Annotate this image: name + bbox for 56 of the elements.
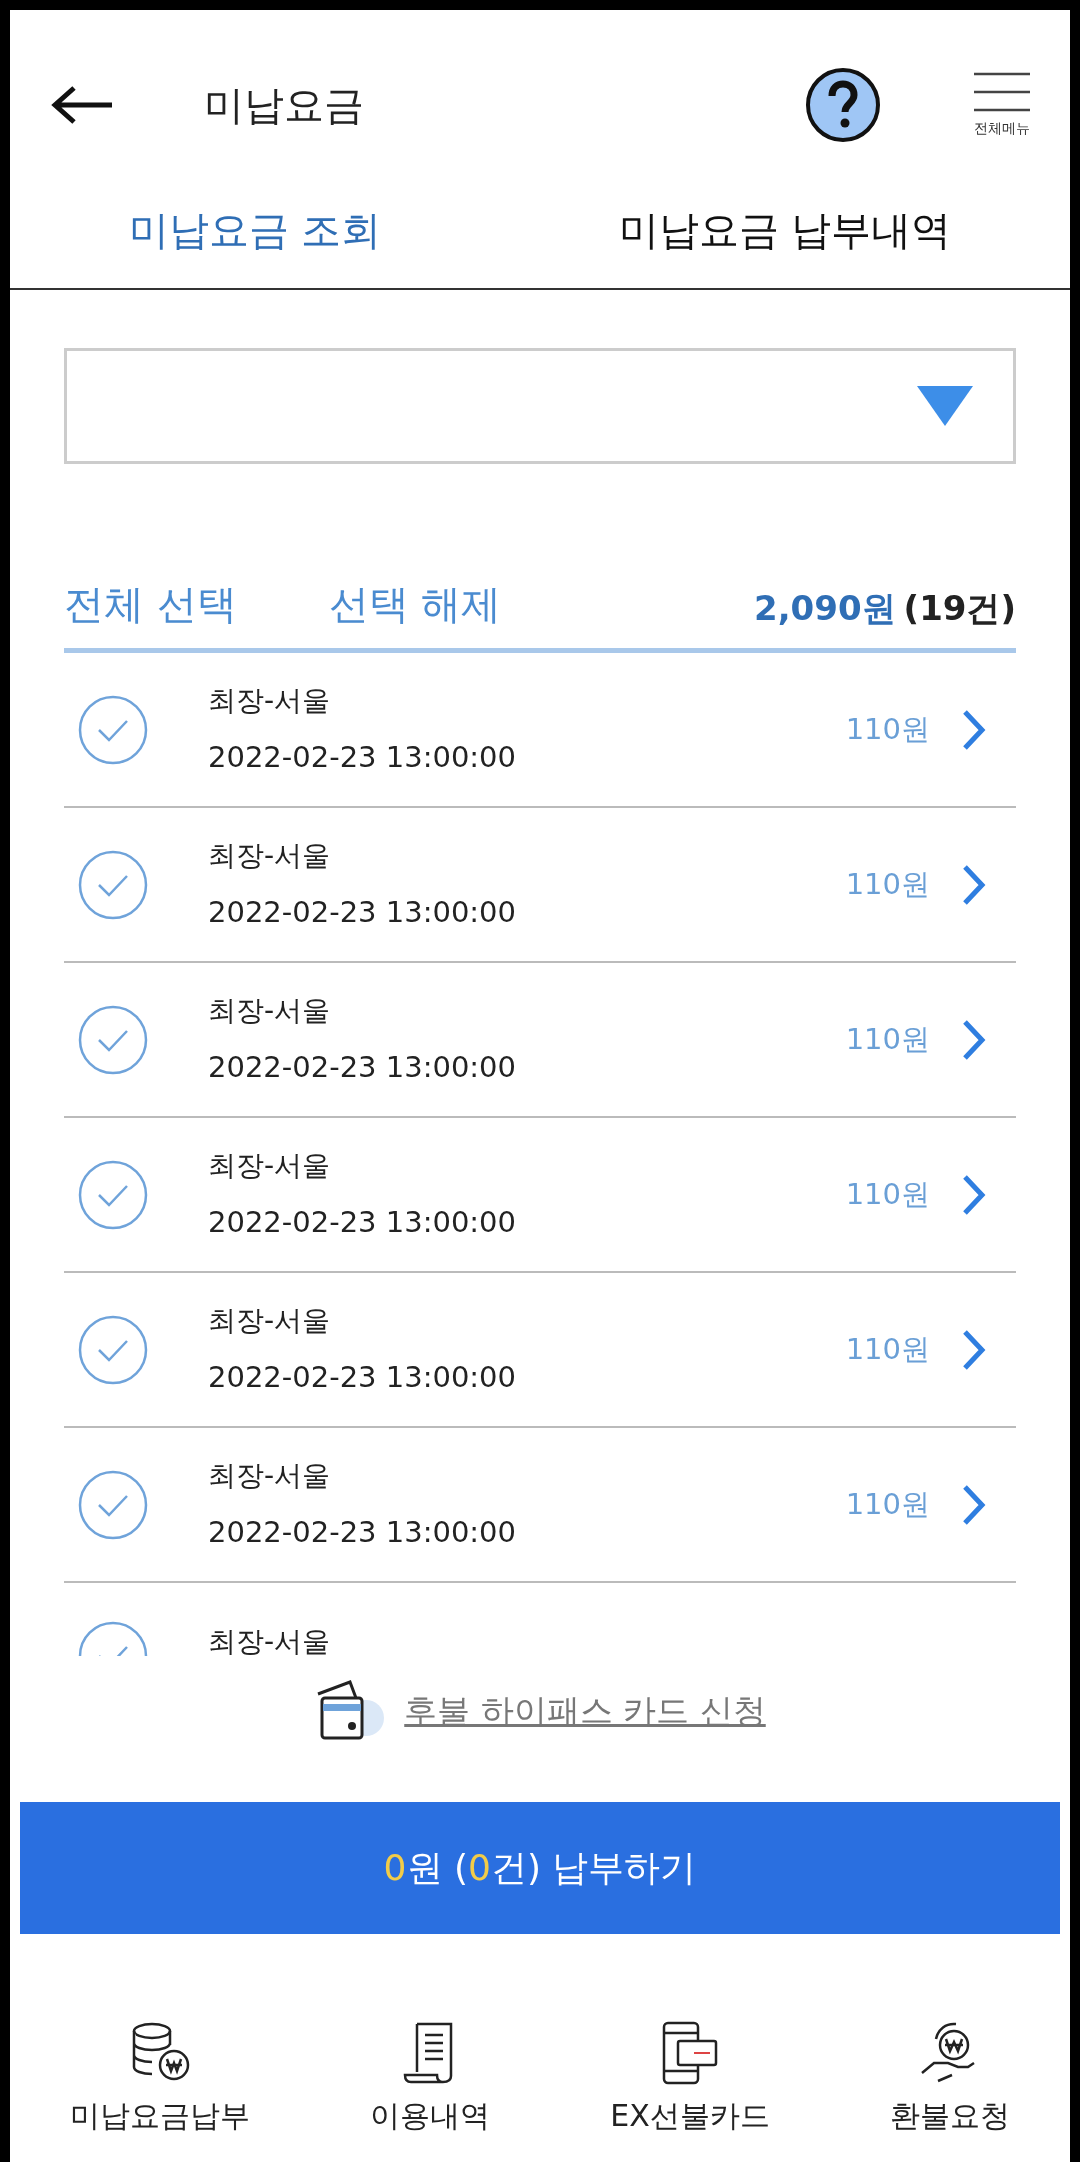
phone-card-icon (660, 2021, 720, 2085)
chevron-right-icon (962, 1483, 986, 1526)
deselect-link[interactable]: 선택 해제 (328, 574, 502, 634)
toll-item-row[interactable]: 최장-서울 2022-02-23 13:00:00 110원 (64, 1118, 1016, 1273)
route-name: 최장-서울 (208, 1147, 332, 1184)
dropdown-caret-icon (917, 386, 973, 426)
dropdown-field[interactable] (64, 348, 1016, 464)
toll-item-row[interactable]: 최장-서울 2022-02-23 13:00:00 110원 (64, 1428, 1016, 1583)
route-name: 최장-서울 (208, 1457, 332, 1494)
datetime: 2022-02-23 13:00:00 (208, 738, 516, 776)
tab[interactable]: 미납요금 납부내역 (618, 200, 952, 288)
amount: 110원 (845, 865, 930, 903)
checkbox[interactable] (78, 1004, 148, 1075)
chevron-right-icon (962, 863, 986, 906)
amount: 110원 (845, 1020, 930, 1058)
nav-tab[interactable]: EX선불카드 (610, 2021, 770, 2138)
chevron-right-icon (962, 1173, 986, 1216)
datetime: 2022-02-23 13:00:00 (208, 1048, 516, 1086)
datetime: 2022-02-23 13:00:00 (208, 1203, 516, 1241)
chevron-right-icon (962, 708, 986, 751)
datetime: 2022-02-23 13:00:00 (208, 893, 516, 931)
checkbox[interactable] (78, 1159, 148, 1230)
page-title: 미납요금 (204, 81, 364, 130)
datetime: 2022-02-23 13:00:00 (208, 1358, 516, 1396)
amount: 110원 (845, 1485, 930, 1523)
amount: 110원 (845, 710, 930, 748)
toll-item-row[interactable]: 최장-서울 2022-02-23 13:00:00 110원 (64, 963, 1016, 1118)
tab[interactable]: 미납요금 조회 (128, 200, 382, 288)
toll-item-row[interactable]: 최장-서울 2022-02-23 13:00:00 110원 (64, 1273, 1016, 1428)
checkbox[interactable] (78, 1469, 148, 1540)
chevron-right-icon (962, 1018, 986, 1061)
total-count: (19건) (903, 587, 1016, 630)
checkbox[interactable] (78, 1314, 148, 1385)
toll-item-row[interactable]: 최장-서울 2022-02-23 13:00:00 110원 (64, 653, 1016, 808)
route-name: 최장-서울 (208, 992, 332, 1029)
route-name: 최장-서울 (208, 837, 332, 874)
pay-button[interactable]: 0원 (0건) 납부하기 (20, 1802, 1060, 1934)
total-amount: 2,090원 (754, 587, 896, 630)
nav-tab[interactable]: 미납요금납부 (70, 2021, 251, 2138)
nav-tab[interactable]: 이용내역 (370, 2021, 491, 2138)
datetime: 2022-02-23 13:00:00 (208, 1513, 516, 1551)
menu-button[interactable]: 전체메뉴 (974, 71, 1030, 139)
route-name: 최장-서울 (208, 1624, 331, 1656)
select-all-link[interactable]: 전체 선택 (64, 574, 237, 634)
checkbox[interactable] (78, 849, 148, 920)
route-name: 최장-서울 (208, 1302, 332, 1339)
back-button[interactable] (50, 85, 114, 125)
toll-item-row[interactable]: 최장-서울 2022-02-23 13:00:00 110원 (64, 808, 1016, 963)
amount: 110원 (845, 1175, 930, 1213)
checkbox[interactable] (78, 694, 148, 765)
help-button[interactable] (804, 66, 882, 144)
chevron-right-icon (962, 1328, 986, 1371)
route-name: 최장-서울 (208, 682, 332, 719)
nav-tab[interactable]: 환불요청 (889, 2021, 1010, 2138)
card-application-link[interactable]: 후불 하이패스 카드 신청 (404, 1686, 766, 1736)
amount: 110원 (845, 1330, 930, 1368)
